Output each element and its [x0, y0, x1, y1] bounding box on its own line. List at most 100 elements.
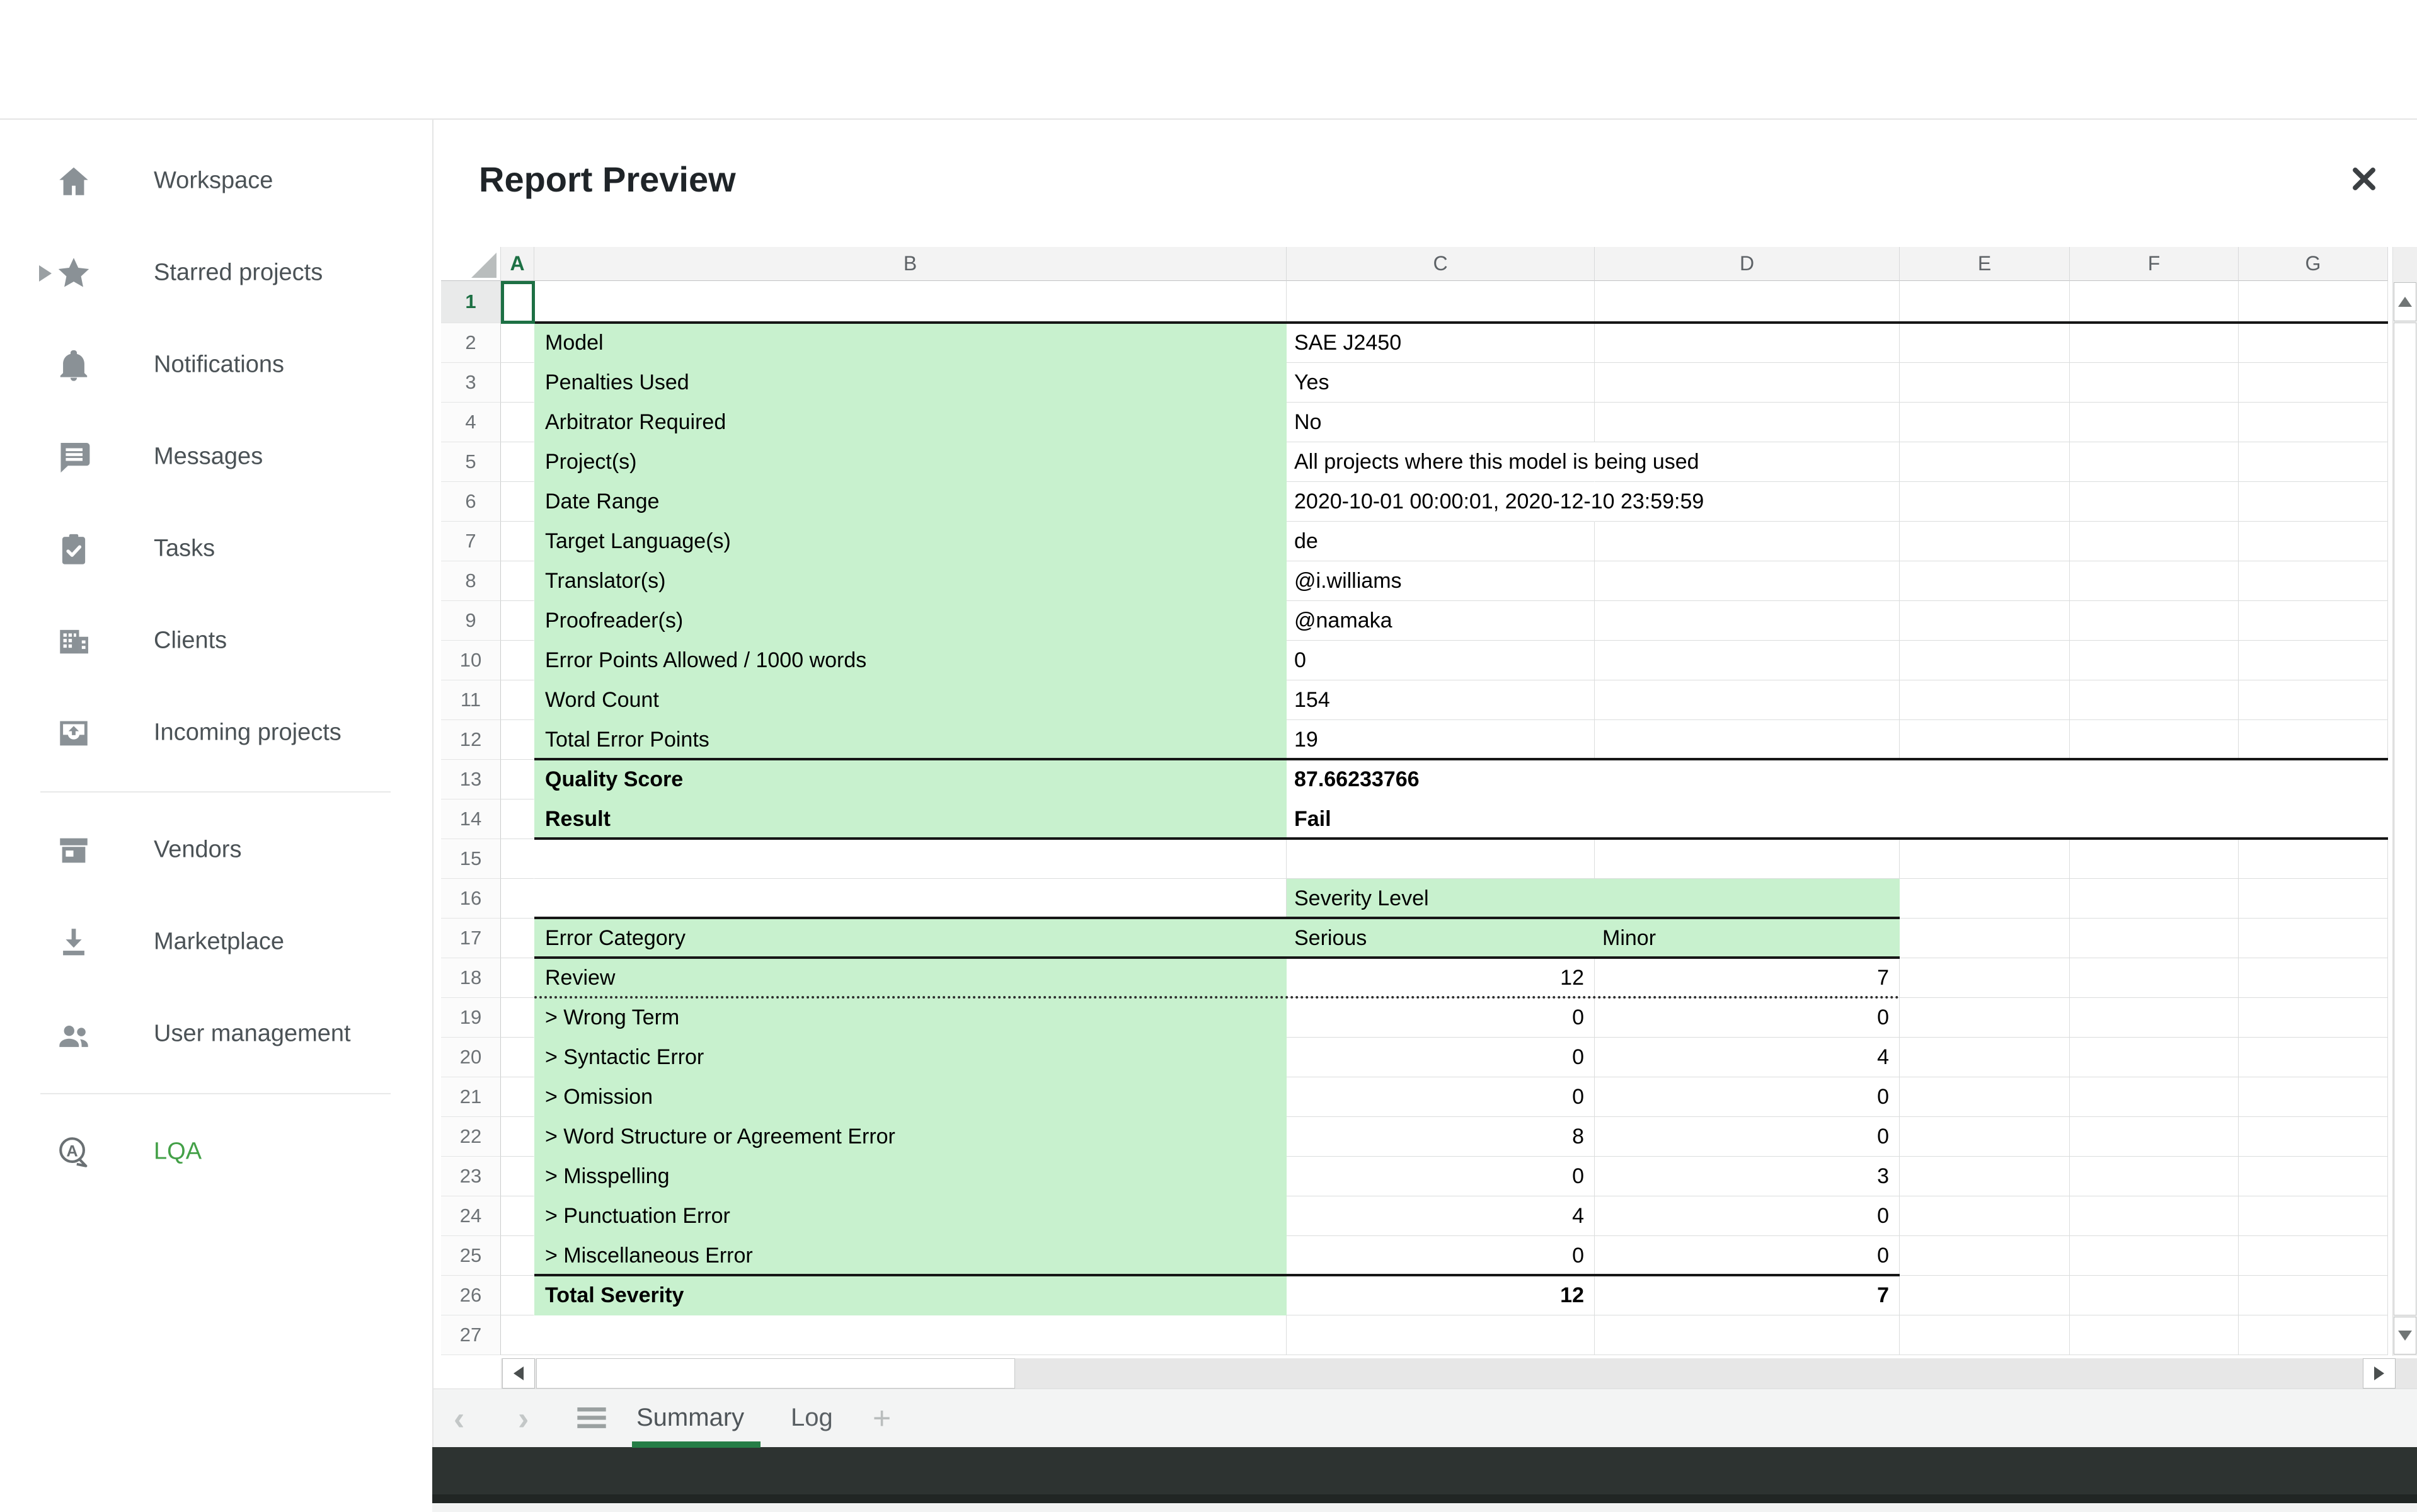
cell-E5[interactable] — [1900, 442, 2070, 482]
cell-E8[interactable] — [1900, 561, 2070, 601]
column-header-C[interactable]: C — [1287, 247, 1595, 281]
cell-C10[interactable] — [1287, 641, 1595, 680]
column-header-E[interactable]: E — [1900, 247, 2070, 281]
scroll-left-button[interactable] — [502, 1358, 535, 1389]
cell-E13[interactable] — [1900, 760, 2070, 799]
scroll-right-button[interactable] — [2363, 1358, 2396, 1389]
cell-G21[interactable] — [2239, 1077, 2388, 1117]
cell-C6-value[interactable]: 2020-10-01 00:00:01, 2020-12-10 23:59:59 — [1294, 482, 1704, 522]
tab-summary[interactable]: Summary — [636, 1404, 744, 1432]
cell-D11[interactable] — [1595, 680, 1900, 720]
cell-C25[interactable]: 0 — [1287, 1236, 1595, 1276]
cell-A11[interactable] — [501, 680, 534, 720]
cell-A17[interactable] — [501, 919, 534, 958]
cell-B27[interactable] — [534, 1315, 1287, 1355]
cell-A7[interactable] — [501, 522, 534, 561]
cell-C8-value[interactable]: @i.williams — [1294, 561, 1402, 601]
cell-F6[interactable] — [2070, 482, 2239, 522]
cell-C7-value[interactable]: de — [1294, 522, 1318, 561]
cell-G17[interactable] — [2239, 919, 2388, 958]
cell-C4[interactable] — [1287, 403, 1595, 442]
row-header-2[interactable]: 2 — [441, 323, 501, 363]
cell-G22[interactable] — [2239, 1117, 2388, 1157]
cell-G23[interactable] — [2239, 1157, 2388, 1196]
row-header-24[interactable]: 24 — [441, 1196, 501, 1236]
cell-D7[interactable] — [1595, 522, 1900, 561]
cell-B9[interactable]: Proofreader(s) — [534, 601, 1287, 641]
cell-G9[interactable] — [2239, 601, 2388, 641]
cell-G8[interactable] — [2239, 561, 2388, 601]
row-header-10[interactable]: 10 — [441, 641, 501, 680]
cell-B12[interactable]: Total Error Points — [534, 720, 1287, 760]
cell-C13-value[interactable]: 87.66233766 — [1294, 760, 1420, 799]
column-header-A[interactable]: A — [501, 247, 534, 281]
cell-A5[interactable] — [501, 442, 534, 482]
cell-D15[interactable] — [1595, 839, 1900, 879]
cell-G3[interactable] — [2239, 363, 2388, 403]
cell-F19[interactable] — [2070, 998, 2239, 1038]
cell-A14[interactable] — [501, 799, 534, 839]
cell-C9-value[interactable]: @namaka — [1294, 601, 1392, 641]
cell-E4[interactable] — [1900, 403, 2070, 442]
cell-C23[interactable]: 0 — [1287, 1157, 1595, 1196]
cell-C17[interactable]: Serious — [1287, 919, 1595, 958]
selected-cell-A1[interactable] — [501, 281, 535, 324]
cell-A24[interactable] — [501, 1196, 534, 1236]
sidebar-item-user-management[interactable]: User management — [0, 988, 432, 1080]
cell-A8[interactable] — [501, 561, 534, 601]
cell-G12[interactable] — [2239, 720, 2388, 760]
sheet-list-menu-icon[interactable] — [577, 1407, 606, 1429]
row-header-13[interactable]: 13 — [441, 760, 501, 799]
cell-D9[interactable] — [1595, 601, 1900, 641]
cell-F4[interactable] — [2070, 403, 2239, 442]
cell-E11[interactable] — [1900, 680, 2070, 720]
cell-B15[interactable] — [534, 839, 1287, 879]
cell-A6[interactable] — [501, 482, 534, 522]
cell-B14[interactable]: Result — [534, 799, 1287, 839]
cell-B13[interactable]: Quality Score — [534, 760, 1287, 799]
cell-C7[interactable] — [1287, 522, 1595, 561]
cell-D13[interactable] — [1595, 760, 1900, 799]
cell-D25[interactable]: 0 — [1595, 1236, 1900, 1276]
sidebar-item-workspace[interactable]: Workspace — [0, 135, 432, 227]
cell-E20[interactable] — [1900, 1038, 2070, 1077]
cell-D14[interactable] — [1595, 799, 1900, 839]
cell-B18[interactable]: Review — [534, 958, 1287, 998]
cell-A22[interactable] — [501, 1117, 534, 1157]
cell-E10[interactable] — [1900, 641, 2070, 680]
cell-C24[interactable]: 4 — [1287, 1196, 1595, 1236]
cell-A25[interactable] — [501, 1236, 534, 1276]
sidebar-item-tasks[interactable]: Tasks — [0, 503, 432, 595]
cell-B20[interactable]: > Syntactic Error — [534, 1038, 1287, 1077]
cell-G24[interactable] — [2239, 1196, 2388, 1236]
cell-E24[interactable] — [1900, 1196, 2070, 1236]
cell-D26[interactable]: 7 — [1595, 1276, 1900, 1315]
column-header-B[interactable]: B — [534, 247, 1287, 281]
cell-C14[interactable] — [1287, 799, 1595, 839]
cell-A12[interactable] — [501, 720, 534, 760]
sidebar-item-lqa[interactable]: A LQA — [0, 1106, 432, 1198]
sidebar-item-starred-projects[interactable]: Starred projects — [0, 227, 432, 319]
cell-D8[interactable] — [1595, 561, 1900, 601]
cell-F18[interactable] — [2070, 958, 2239, 998]
scroll-up-button[interactable] — [2394, 282, 2416, 321]
cell-E14[interactable] — [1900, 799, 2070, 839]
cell-C11[interactable] — [1287, 680, 1595, 720]
cell-C12[interactable] — [1287, 720, 1595, 760]
row-header-18[interactable]: 18 — [441, 958, 501, 998]
sidebar-item-notifications[interactable]: Notifications — [0, 319, 432, 411]
cell-G25[interactable] — [2239, 1236, 2388, 1276]
cell-E12[interactable] — [1900, 720, 2070, 760]
cell-G11[interactable] — [2239, 680, 2388, 720]
cell-D12[interactable] — [1595, 720, 1900, 760]
cell-C18[interactable]: 12 — [1287, 958, 1595, 998]
row-header-20[interactable]: 20 — [441, 1038, 501, 1077]
cell-E3[interactable] — [1900, 363, 2070, 403]
row-header-19[interactable]: 19 — [441, 998, 501, 1038]
cell-F1[interactable] — [2070, 281, 2239, 323]
close-icon[interactable] — [2346, 161, 2382, 197]
cell-C12-value[interactable]: 19 — [1294, 720, 1318, 760]
cell-G5[interactable] — [2239, 442, 2388, 482]
cell-C22[interactable]: 8 — [1287, 1117, 1595, 1157]
scroll-down-button[interactable] — [2394, 1317, 2416, 1354]
